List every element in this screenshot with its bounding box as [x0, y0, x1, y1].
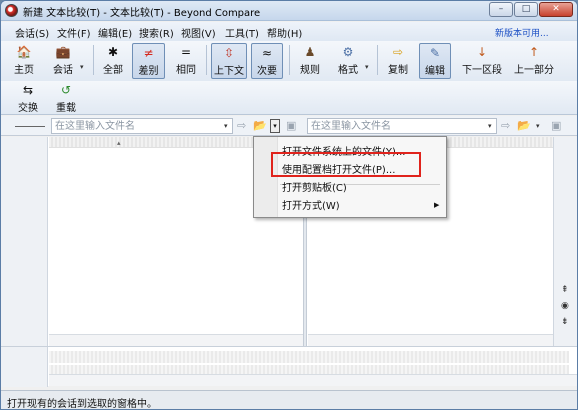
menu-tools[interactable]: 工具(T)	[225, 25, 259, 40]
arrow-right-icon: ⇨	[392, 45, 404, 59]
menu-file[interactable]: 文件(F)	[57, 25, 91, 40]
asterisk-icon: ✱	[107, 45, 119, 59]
path-bar: ▾ ⇨ 📂 ▾ ▣ ▾ ⇨ 📂 ▾ ▣	[1, 116, 577, 136]
show-all-button[interactable]: ✱ 全部	[99, 43, 127, 79]
new-version-link[interactable]: 新版本可用...	[495, 26, 549, 39]
maximize-button[interactable]: □	[514, 2, 538, 17]
edit-button[interactable]: ✎ 编辑	[419, 43, 451, 79]
toolbar-separator	[289, 45, 290, 75]
updown-icon: ⇳	[223, 46, 235, 60]
format-icon: ⚙	[342, 45, 354, 59]
menu-search[interactable]: 搜索(R)	[139, 25, 174, 40]
toolbar-separator	[206, 45, 207, 75]
bottom-row-top	[49, 351, 569, 363]
highlight-annotation	[271, 152, 421, 177]
menu-session[interactable]: 会话(S)	[15, 25, 49, 40]
bottom-horizontal-scrollbar[interactable]	[49, 374, 577, 386]
briefcase-icon: 💼	[55, 45, 71, 59]
left-gutter	[1, 137, 48, 346]
toolbar-separator	[93, 45, 94, 75]
right-path-dropdown-icon[interactable]: ▾	[488, 122, 492, 130]
context-menu-icon-column	[254, 137, 278, 217]
center-icon[interactable]: ◉	[561, 301, 569, 311]
right-folder-icon[interactable]: 📂	[517, 118, 531, 134]
toolbar-separator	[377, 45, 378, 75]
right-open-dropdown-icon[interactable]: ▾	[536, 122, 540, 130]
open-file-context-menu: 打开文件系统上的文件(Y)... 使用配置档打开文件(P)... 打开剪贴板(C…	[253, 136, 447, 218]
menu-open-with[interactable]: 打开方式(W)	[282, 197, 340, 212]
left-open-dropdown-icon[interactable]: ▾	[270, 119, 280, 133]
copy-button[interactable]: ⇨ 复制	[383, 43, 413, 79]
format-button[interactable]: ⚙ 格式	[333, 43, 363, 79]
next-section-button[interactable]: ↓ 下一区段	[459, 43, 505, 79]
menu-edit[interactable]: 编辑(E)	[98, 25, 132, 40]
reload-icon: ↺	[60, 83, 72, 97]
session-button[interactable]: 💼 会话	[47, 43, 79, 79]
overview-rail[interactable]: ⇞ ◉ ⇟	[553, 137, 577, 346]
right-save-icon[interactable]: ▣	[551, 118, 561, 134]
right-horizontal-scrollbar[interactable]	[308, 334, 553, 346]
up-arrow-icon[interactable]: ⇞	[561, 285, 569, 295]
approx-icon: ≈	[261, 46, 273, 60]
left-save-icon[interactable]: ▣	[286, 118, 296, 134]
swap-button[interactable]: ⇆ 交换	[13, 81, 43, 117]
show-diff-button[interactable]: ≠ 差别	[132, 43, 165, 79]
menu-help[interactable]: 帮助(H)	[267, 25, 302, 40]
app-logo-icon	[5, 4, 18, 17]
bottom-gutter	[1, 347, 48, 387]
left-filename-input[interactable]	[51, 118, 233, 134]
right-filename-input[interactable]	[307, 118, 497, 134]
left-horizontal-scrollbar[interactable]	[49, 334, 303, 346]
left-path-dropdown-icon[interactable]: ▾	[224, 122, 228, 130]
right-arrow-icon: ⇨	[501, 119, 511, 132]
show-same-button[interactable]: = 相同	[170, 43, 202, 79]
path-separator	[15, 126, 45, 127]
format-dropdown-icon[interactable]: ▾	[365, 63, 369, 71]
arrow-up-icon: ↑	[528, 45, 540, 59]
caret-marker-icon: ▴	[117, 139, 121, 147]
equal-icon: =	[180, 45, 192, 59]
edit-icon: ✎	[429, 46, 441, 60]
menu-bar: 会话(S) 文件(F) 编辑(E) 搜索(R) 视图(V) 工具(T) 帮助(H…	[1, 22, 577, 41]
menu-open-clipboard[interactable]: 打开剪贴板(C)	[282, 179, 347, 194]
left-folder-icon[interactable]: 📂	[253, 118, 267, 134]
prev-section-button[interactable]: ↑ 上一部分	[511, 43, 557, 79]
secondary-toolbar: ⇆ 交换 ↺ 重载	[1, 81, 577, 115]
status-bar: 打开现有的会话到选取的窗格中。	[1, 390, 577, 410]
home-icon: 🏠	[16, 45, 32, 59]
title-bar: 新建 文本比较(T) - 文本比较(T) - Beyond Compare – …	[1, 1, 577, 21]
reload-button[interactable]: ↺ 重载	[51, 81, 81, 117]
left-arrow-icon: ⇨	[237, 119, 247, 132]
arrow-down-icon: ↓	[476, 45, 488, 59]
close-button[interactable]: ✕	[539, 2, 573, 17]
not-equal-icon: ≠	[143, 46, 154, 60]
minor-button[interactable]: ≈ 次要	[251, 43, 283, 79]
swap-icon: ⇆	[22, 83, 34, 97]
down-arrow-icon[interactable]: ⇟	[561, 317, 569, 327]
rules-icon: ♟	[304, 45, 316, 59]
submenu-arrow-icon: ▶	[434, 201, 440, 209]
rules-button[interactable]: ♟ 规则	[295, 43, 325, 79]
session-dropdown-icon[interactable]: ▾	[80, 63, 84, 71]
home-button[interactable]: 🏠 主页	[9, 43, 39, 79]
status-text: 打开现有的会话到选取的窗格中。	[7, 399, 157, 410]
window-title: 新建 文本比较(T) - 文本比较(T) - Beyond Compare	[23, 8, 261, 19]
menu-view[interactable]: 视图(V)	[181, 25, 216, 40]
bottom-merge-area: ⇨ ⇦	[1, 346, 577, 387]
context-button[interactable]: ⇳ 上下文	[211, 43, 247, 79]
minimize-button[interactable]: –	[489, 2, 513, 17]
app-window: 新建 文本比较(T) - 文本比较(T) - Beyond Compare – …	[0, 0, 578, 410]
